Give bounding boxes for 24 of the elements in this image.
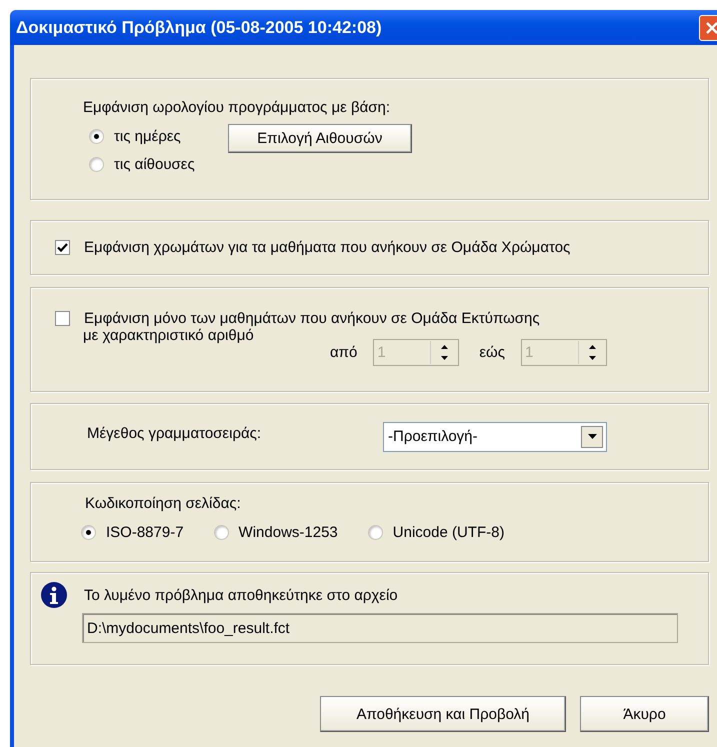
radio-option[interactable]: ISO-8879-7 — [81, 520, 184, 544]
number-label: με χαρακτηριστικό αριθμό — [83, 327, 255, 345]
font-size-label: Μέγεθος γραμματοσειράς: — [87, 425, 262, 442]
window-title: Δοκιμαστικό Πρόβλημα (05-08-2005 10:42:08) — [16, 18, 382, 38]
file-path-field[interactable]: D:\mydocuments\foo_result.fct — [82, 613, 678, 643]
encoding-label: Κωδικοποίηση σελίδας: — [85, 495, 242, 512]
info-icon — [40, 581, 68, 609]
range-label: εώς — [479, 344, 506, 361]
save-and-view-button[interactable]: Αποθήκευση και Προβολή — [320, 696, 566, 732]
radio-option[interactable]: τις ημέρες — [89, 124, 195, 148]
radio-option[interactable]: τις αίθουσες — [89, 152, 195, 176]
range-label: από — [330, 344, 358, 361]
font-size-dropdown[interactable]: -Προεπιλογή- — [383, 422, 607, 452]
checkmark-icon — [57, 242, 68, 253]
print-group-checkbox[interactable]: Εμφάνιση μόνο των μαθημάτων που ανήκουν σε Ομάδα Εκτύπωσης — [55, 310, 708, 327]
select-rooms-button[interactable]: Επιλογή Αιθουσών — [228, 124, 412, 153]
radio-option[interactable]: Unicode (UTF-8) — [368, 520, 504, 544]
schedule-label: Εμφάνιση ωρολογίου προγράμματος με βάση: — [83, 99, 392, 116]
radio-option[interactable]: Windows-1253 — [214, 520, 338, 544]
cancel-button[interactable]: Άκυρο — [580, 696, 709, 732]
dropdown-caret-icon[interactable] — [581, 426, 603, 448]
colors-checkbox[interactable]: Εμφάνιση χρωμάτων για τα μαθήματα που ανήκουν σε Ομάδα Χρώματος — [55, 239, 570, 256]
close-icon — [705, 20, 717, 34]
result-message: Το λυμένο πρόβλημα αποθηκεύτηκε στο αρχείο — [84, 586, 398, 604]
